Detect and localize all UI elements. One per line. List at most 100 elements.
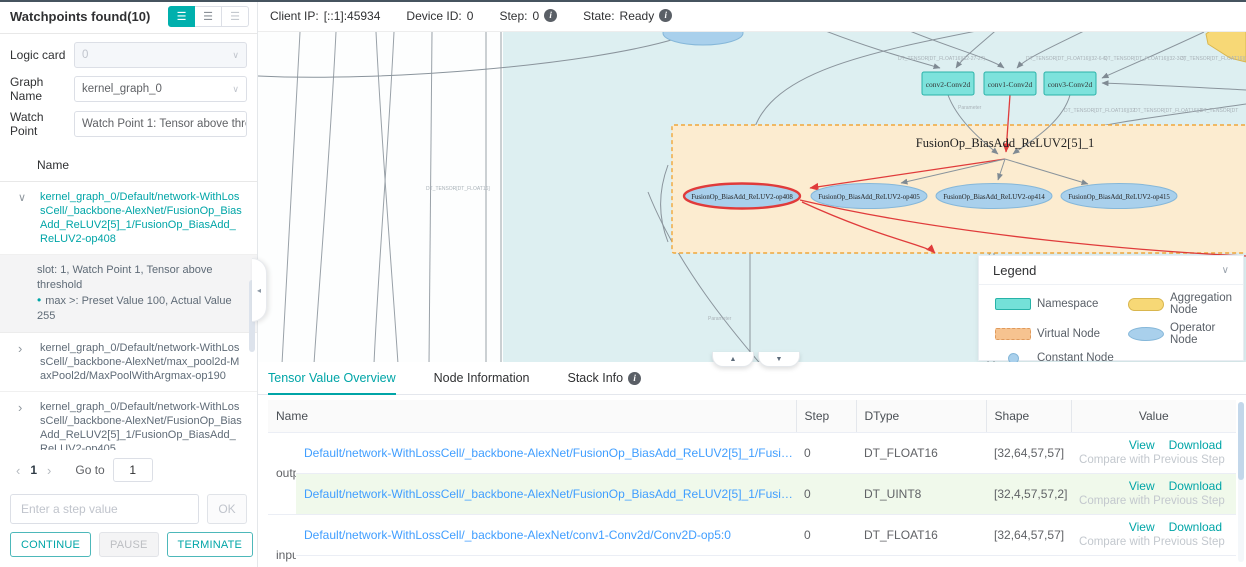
group-label-output: output <box>268 432 296 514</box>
legend-title: Legend <box>993 263 1036 278</box>
graph-name-select[interactable]: kernel_graph_0 <box>74 76 247 102</box>
tree-pagination: 1 Go to <box>0 450 257 490</box>
step-cell: 0 <box>796 432 856 473</box>
tree-item-op405[interactable]: kernel_graph_0/Default/network-WithLossC… <box>0 392 257 450</box>
graph-legend: Legend Namespace Aggregation Node Virtua… <box>978 255 1244 361</box>
graph-scroll-up-button[interactable] <box>712 352 754 367</box>
download-link[interactable]: Download <box>1169 479 1222 493</box>
op414-label: FusionOp_BiasAdd_ReLUV2-op414 <box>943 194 1045 201</box>
client-ip-status: Client IP:[::1]:45934 <box>270 9 380 23</box>
svg-text:Parameter: Parameter <box>708 316 732 322</box>
aggregation-node-swatch-icon <box>1128 298 1164 311</box>
watchpoint-hit-detail[interactable]: slot: 1, Watch Point 1, Tensor above thr… <box>0 255 257 333</box>
tensor-name-link[interactable]: Default/network-WithLossCell/_backbone-A… <box>304 446 796 460</box>
info-icon[interactable] <box>544 9 557 22</box>
compact-view-icon <box>203 10 213 23</box>
col-header-value: Value <box>1071 400 1236 432</box>
next-page-button[interactable] <box>41 463 57 478</box>
svg-text:DT_TENSOR[DT_FLOAT16](32-27-27: DT_TENSOR[DT_FLOAT16](32-27-27) <box>898 56 985 62</box>
view-toggle-group <box>168 6 249 27</box>
step-cell <box>796 555 856 567</box>
col-header-shape: Shape <box>986 400 1071 432</box>
view-link[interactable]: View <box>1129 479 1155 493</box>
table-scrollbar[interactable] <box>1238 402 1244 562</box>
compare-previous-step-link[interactable]: Compare with Previous Step <box>1079 494 1222 509</box>
watch-point-select[interactable]: Watch Point 1: Tensor above threshold <box>74 111 247 137</box>
compare-previous-step-link[interactable]: Compare with Previous Step <box>1079 535 1222 550</box>
col-header-step: Step <box>796 400 856 432</box>
bullet-icon: • <box>37 293 41 307</box>
svg-text:DT_TENSOR[DT_FLOAT16](32-3-3): DT_TENSOR[DT_FLOAT16](32-3-3) <box>1104 56 1186 62</box>
logic-card-label: Logic card <box>10 48 74 62</box>
op408-label: FusionOp_BiasAdd_ReLUV2-op408 <box>691 194 793 201</box>
pause-button[interactable]: PAUSE <box>99 532 158 557</box>
table-row-highlighted: Default/network-WithLossCell/_backbone-A… <box>268 473 1236 514</box>
tab-tensor-value-overview[interactable]: Tensor Value Overview <box>268 371 396 394</box>
watch-point-label: Watch Point <box>10 110 74 138</box>
conv2-label: conv2-Conv2d <box>926 80 971 89</box>
op405-label: FusionOp_BiasAdd_ReLUV2-op405 <box>818 194 920 201</box>
grid-view-button[interactable] <box>222 6 249 27</box>
compact-view-button[interactable] <box>195 6 222 27</box>
list-view-button[interactable] <box>168 6 195 27</box>
debugger-window: Watchpoints found(10) Logic card 0 Graph… <box>0 0 1246 567</box>
info-icon[interactable] <box>659 9 672 22</box>
col-header-name: Name <box>268 400 796 432</box>
chevron-down-icon <box>18 191 26 205</box>
continue-button[interactable]: CONTINUE <box>10 532 91 557</box>
logic-card-select[interactable]: 0 <box>74 42 247 68</box>
chevron-right-icon <box>18 342 22 357</box>
shape-cell <box>986 555 1071 567</box>
goto-page-input[interactable] <box>113 458 153 482</box>
ok-button[interactable]: OK <box>207 494 247 524</box>
status-topbar: Client IP:[::1]:45934 Device ID:0 Step:0… <box>258 0 1246 32</box>
step-cell: 0 <box>796 473 856 514</box>
tab-stack-info[interactable]: Stack Info <box>568 371 642 394</box>
download-link[interactable]: Download <box>1169 438 1222 452</box>
scroll-up-icon <box>730 356 737 363</box>
graph-edges-left <box>282 32 501 362</box>
tree-item-op190[interactable]: kernel_graph_0/Default/network-WithLossC… <box>0 333 257 392</box>
debug-action-buttons: CONTINUE PAUSE TERMINATE <box>0 530 257 567</box>
tab-node-information[interactable]: Node Information <box>434 371 530 394</box>
tree-item-op408[interactable]: kernel_graph_0/Default/network-WithLossC… <box>0 182 257 255</box>
dtype-cell: DT_FLOAT16 <box>856 514 986 555</box>
col-header-dtype: DType <box>856 400 986 432</box>
watchpoints-sidebar: Watchpoints found(10) Logic card 0 Graph… <box>0 0 258 567</box>
compare-previous-step-link[interactable]: Compare with Previous Step <box>1079 453 1222 468</box>
view-link[interactable]: View <box>1129 438 1155 452</box>
chevron-down-icon <box>232 84 239 95</box>
state-status: State:Ready <box>583 9 672 23</box>
step-status: Step:0 <box>499 9 557 23</box>
tensor-value-table: Name Step DType Shape Value output Defau… <box>268 400 1236 567</box>
table-scrollbar-thumb[interactable] <box>1238 402 1244 480</box>
tensor-name-link[interactable]: Default/network-WithLossCell/_backbone-A… <box>304 528 796 542</box>
tensor-panel: Tensor Value Overview Node Information S… <box>258 362 1246 567</box>
view-link[interactable]: View <box>1129 520 1155 534</box>
goto-label: Go to <box>75 463 104 477</box>
conv-node-group: conv2-Conv2d conv1-Conv2d conv3-Conv2d <box>922 72 1096 95</box>
legend-constant-label: Constant Node <box>1037 352 1122 362</box>
namespace-title[interactable]: FusionOp_BiasAdd_ReLUV2[5]_1 <box>916 136 1094 150</box>
step-value-input[interactable] <box>10 494 199 524</box>
tensor-name-link[interactable]: Default/network-WithLossCell/_backbone-A… <box>304 487 796 501</box>
namespace-swatch-icon <box>995 298 1031 310</box>
table-row: output Default/network-WithLossCell/_bac… <box>268 432 1236 473</box>
watchpoints-title: Watchpoints found(10) <box>10 9 150 24</box>
computation-graph-canvas[interactable]: conv2-Conv2d conv1-Conv2d conv3-Conv2d F… <box>258 32 1246 362</box>
dtype-cell <box>856 555 986 567</box>
watchpoint-hit-tree: kernel_graph_0/Default/network-WithLossC… <box>0 182 257 450</box>
svg-text:DT_TENSOR[DT_FLOAT16](32-: DT_TENSOR[DT_FLOAT16](32- <box>1180 56 1246 62</box>
download-link[interactable]: Download <box>1169 520 1222 534</box>
conv3-label: conv3-Conv2d <box>1048 80 1093 89</box>
chevron-right-icon <box>18 401 22 416</box>
page-number[interactable]: 1 <box>26 463 41 477</box>
prev-page-button[interactable] <box>10 463 26 478</box>
terminate-button[interactable]: TERMINATE <box>167 532 254 557</box>
constant-node-swatch-icon <box>1008 353 1019 363</box>
info-icon <box>628 372 641 385</box>
step-cell: 0 <box>796 514 856 555</box>
chevron-down-icon[interactable] <box>1222 265 1229 276</box>
graph-scroll-down-button[interactable] <box>758 352 800 367</box>
sidebar-collapse-handle[interactable] <box>252 258 267 322</box>
